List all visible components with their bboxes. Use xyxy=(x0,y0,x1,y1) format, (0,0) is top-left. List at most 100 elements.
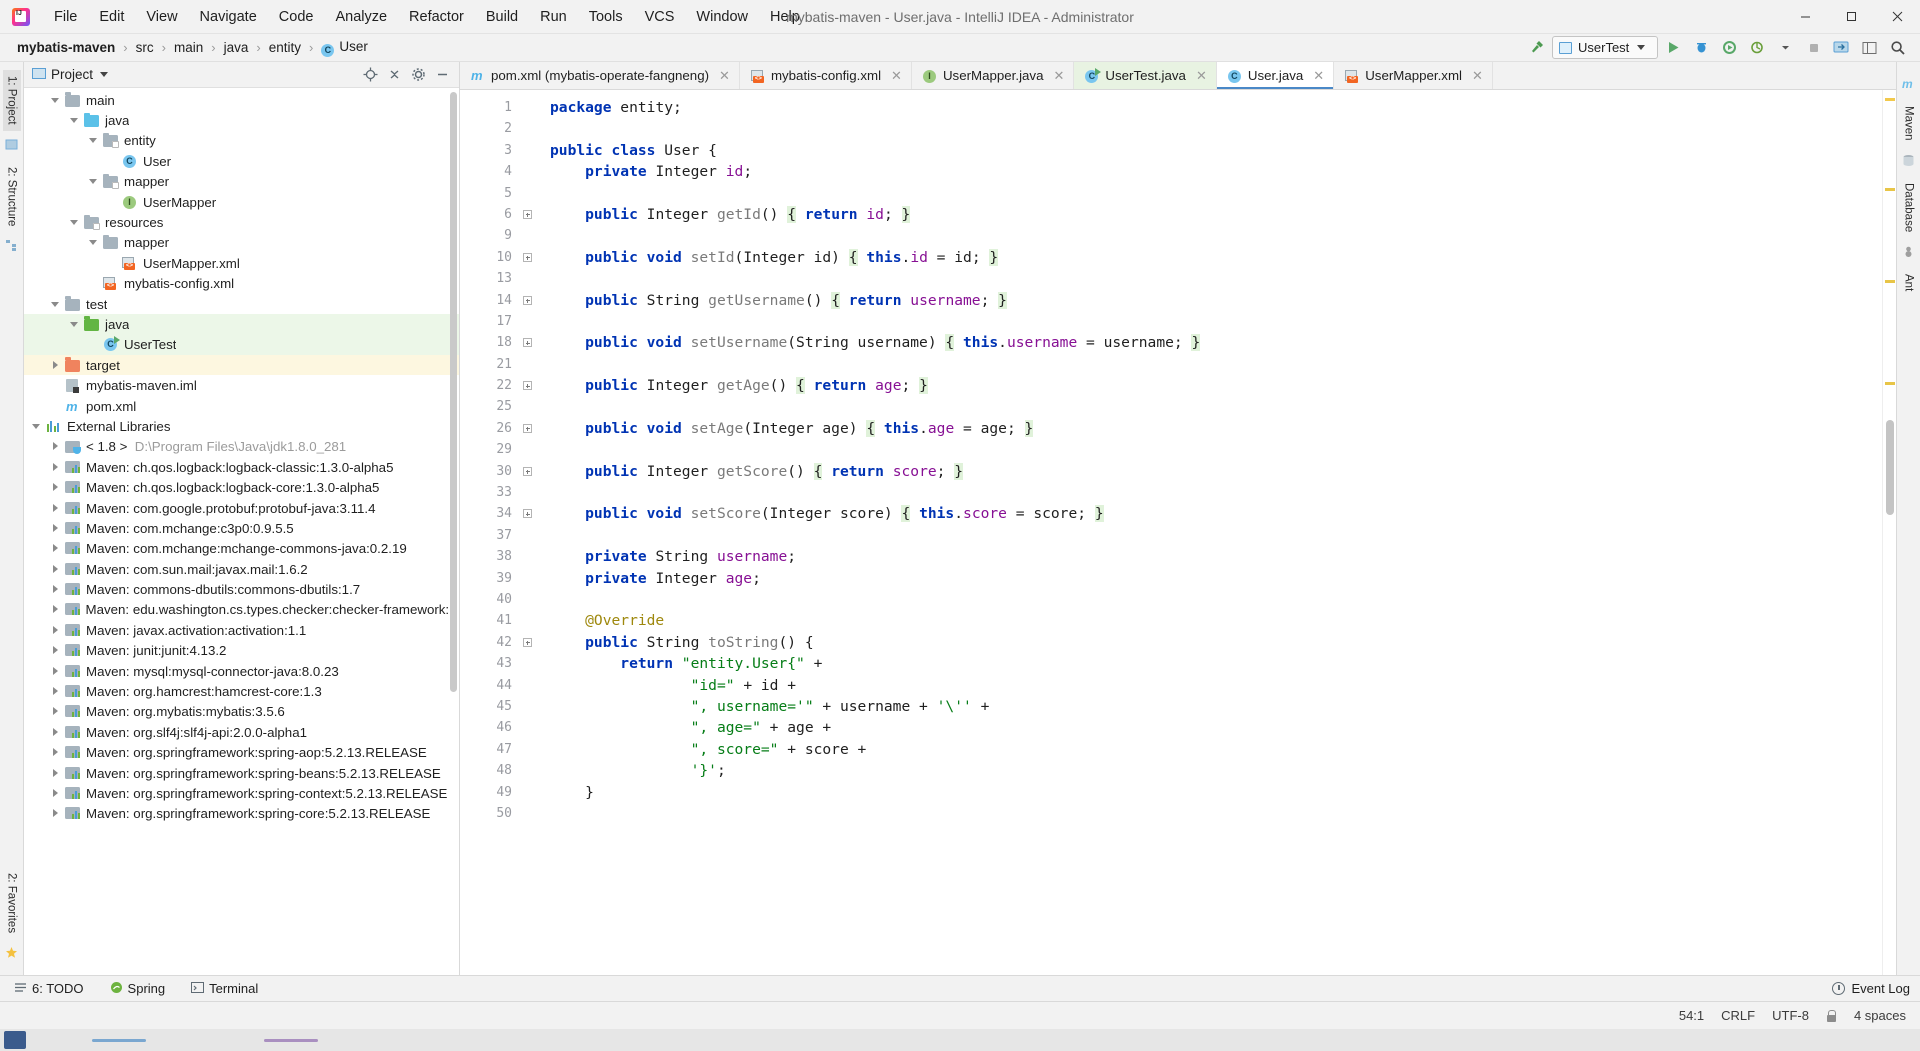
menu-code[interactable]: Code xyxy=(268,5,325,29)
editor-tab[interactable]: CUser.java✕ xyxy=(1217,62,1334,89)
menu-vcs[interactable]: VCS xyxy=(634,5,686,29)
menu-run[interactable]: Run xyxy=(529,5,578,29)
fold-icon[interactable] xyxy=(523,210,532,219)
tree-node[interactable]: mpom.xml xyxy=(24,396,459,416)
tree-node[interactable]: <>UserMapper.xml xyxy=(24,253,459,273)
indent-setting[interactable]: 4 spaces xyxy=(1854,1008,1906,1023)
menu-window[interactable]: Window xyxy=(685,5,759,29)
tree-node[interactable]: Maven: org.slf4j:slf4j-api:2.0.0-alpha1 xyxy=(24,722,459,742)
marker-scrollbar[interactable] xyxy=(1882,90,1896,975)
tree-node[interactable]: External Libraries xyxy=(24,416,459,436)
tree-expand-arrow[interactable] xyxy=(68,318,81,331)
fold-icon[interactable] xyxy=(523,253,532,262)
tree-expand-arrow[interactable] xyxy=(49,563,62,576)
menu-analyze[interactable]: Analyze xyxy=(324,5,398,29)
tree-scrollbar[interactable] xyxy=(449,92,458,704)
tree-expand-arrow[interactable] xyxy=(87,134,100,147)
event-log-button[interactable]: Event Log xyxy=(1832,981,1920,996)
chevron-down-icon[interactable] xyxy=(1773,36,1798,60)
tree-expand-arrow[interactable] xyxy=(49,603,62,616)
tree-node[interactable]: IUserMapper xyxy=(24,192,459,212)
editor-tab[interactable]: CUserTest.java✕ xyxy=(1074,62,1216,89)
breadcrumb-entity[interactable]: entity xyxy=(266,39,304,56)
tree-node[interactable]: Maven: org.hamcrest:hamcrest-core:1.3 xyxy=(24,681,459,701)
tree-node[interactable]: main xyxy=(24,90,459,110)
sidebar-item-favorites[interactable]: 2: Favorites xyxy=(3,867,21,939)
tree-expand-arrow[interactable] xyxy=(49,440,62,453)
menu-file[interactable]: File xyxy=(43,5,88,29)
tree-node[interactable]: java xyxy=(24,314,459,334)
fold-icon[interactable] xyxy=(523,424,532,433)
tree-expand-arrow[interactable] xyxy=(49,665,62,678)
tree-node[interactable]: CUserTest xyxy=(24,335,459,355)
fold-slot[interactable] xyxy=(518,204,540,225)
sidebar-item-database[interactable]: Database xyxy=(1900,177,1918,238)
run-icon[interactable] xyxy=(1661,36,1686,60)
menu-edit[interactable]: Edit xyxy=(88,5,135,29)
tree-node[interactable]: mapper xyxy=(24,233,459,253)
fold-icon[interactable] xyxy=(523,638,532,647)
update-app-icon[interactable] xyxy=(1829,36,1854,60)
tree-node[interactable]: < 1.8 > D:\Program Files\Java\jdk1.8.0_2… xyxy=(24,437,459,457)
stop-icon[interactable] xyxy=(1801,36,1826,60)
tree-expand-arrow[interactable] xyxy=(87,175,100,188)
fold-icon[interactable] xyxy=(523,509,532,518)
breadcrumb-src[interactable]: src xyxy=(133,39,157,56)
tree-expand-arrow[interactable] xyxy=(68,216,81,229)
tree-node[interactable]: entity xyxy=(24,131,459,151)
tree-expand-arrow[interactable] xyxy=(49,787,62,800)
tree-expand-arrow[interactable] xyxy=(49,726,62,739)
tree-node[interactable]: Maven: com.mchange:c3p0:0.9.5.5 xyxy=(24,518,459,538)
breadcrumb-project[interactable]: mybatis-maven xyxy=(14,39,118,56)
tree-node[interactable]: <>mybatis-config.xml xyxy=(24,274,459,294)
tree-expand-arrow[interactable] xyxy=(49,94,62,107)
tree-expand-arrow[interactable] xyxy=(49,685,62,698)
close-icon[interactable]: ✕ xyxy=(1313,68,1324,84)
tree-expand-arrow[interactable] xyxy=(49,807,62,820)
close-icon[interactable]: ✕ xyxy=(1472,68,1483,84)
tree-expand-arrow[interactable] xyxy=(68,114,81,127)
chevron-down-icon[interactable] xyxy=(100,72,108,77)
fold-slot[interactable] xyxy=(518,632,540,653)
run-with-coverage-icon[interactable] xyxy=(1717,36,1742,60)
fold-icon[interactable] xyxy=(523,467,532,476)
fold-slot[interactable] xyxy=(518,418,540,439)
tree-node[interactable]: Maven: com.sun.mail:javax.mail:1.6.2 xyxy=(24,559,459,579)
tree-node[interactable]: Maven: com.google.protobuf:protobuf-java… xyxy=(24,498,459,518)
menu-tools[interactable]: Tools xyxy=(578,5,634,29)
breadcrumb-user[interactable]: CUser xyxy=(318,38,371,58)
tree-expand-arrow[interactable] xyxy=(49,359,62,372)
fold-icon[interactable] xyxy=(523,338,532,347)
collapse-all-icon[interactable] xyxy=(383,64,405,86)
lock-icon[interactable] xyxy=(1826,1010,1837,1022)
debug-icon[interactable] xyxy=(1689,36,1714,60)
menu-help[interactable]: Help xyxy=(759,5,811,29)
code-editor[interactable]: 1234569101314171821222526293033343738394… xyxy=(460,90,1896,975)
maximize-button[interactable] xyxy=(1828,0,1874,34)
close-icon[interactable]: ✕ xyxy=(891,68,902,84)
warning-marker[interactable] xyxy=(1885,98,1895,101)
tree-node[interactable]: java xyxy=(24,110,459,130)
tree-expand-arrow[interactable] xyxy=(30,420,43,433)
close-icon[interactable]: ✕ xyxy=(1196,68,1207,84)
run-configuration-selector[interactable]: UserTest xyxy=(1552,36,1658,59)
fold-slot[interactable] xyxy=(518,503,540,524)
tree-expand-arrow[interactable] xyxy=(49,542,62,555)
minimize-button[interactable] xyxy=(1782,0,1828,34)
tree-node[interactable]: resources xyxy=(24,212,459,232)
close-icon[interactable]: ✕ xyxy=(1053,68,1064,84)
caret-position[interactable]: 54:1 xyxy=(1679,1008,1704,1023)
tree-node[interactable]: Maven: commons-dbutils:commons-dbutils:1… xyxy=(24,579,459,599)
line-separator[interactable]: CRLF xyxy=(1721,1008,1755,1023)
warning-marker[interactable] xyxy=(1885,188,1895,191)
sidebar-item-project[interactable]: 1: Project xyxy=(3,70,21,131)
menu-refactor[interactable]: Refactor xyxy=(398,5,475,29)
breadcrumb-java[interactable]: java xyxy=(221,39,252,56)
taskbar-app-icon[interactable] xyxy=(4,1031,26,1049)
hide-panel-icon[interactable] xyxy=(431,64,453,86)
editor-scroll-thumb[interactable] xyxy=(1886,420,1894,515)
tree-expand-arrow[interactable] xyxy=(49,644,62,657)
tree-node[interactable]: Maven: org.springframework:spring-aop:5.… xyxy=(24,743,459,763)
sidebar-item-structure[interactable]: 2: Structure xyxy=(3,161,21,232)
fold-icon[interactable] xyxy=(523,296,532,305)
